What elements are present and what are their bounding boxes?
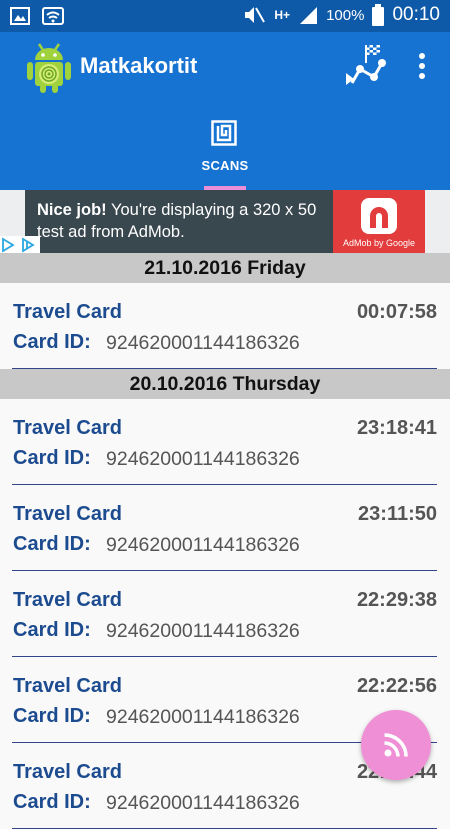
card-title: Travel Card [13,761,122,783]
scan-row[interactable]: Travel Card 00:07:58 Card ID: 9246200011441… [0,283,450,369]
card-id-label: Card ID: [13,331,91,353]
card-title: Travel Card [13,589,122,611]
card-id-value: 924620001144186326 [106,448,300,470]
ad-content[interactable]: Nice job! You're displaying a 320 x 50 t… [25,190,425,253]
clock: 00:10 [392,4,440,25]
scan-time: 00:07:58 [356,301,437,323]
row-divider [12,368,437,369]
signal-icon [300,7,318,24]
scan-row[interactable]: Travel Card 23:18:41 Card ID: 9246200011441… [0,399,450,485]
wifi-notification-icon [42,7,64,25]
card-id-value: 924620001144186326 [106,792,300,814]
app-bar: Matkakortit SCANS [0,32,450,190]
scan-row[interactable]: Travel Card 22:29:38 Card ID: 9246200011441… [0,571,450,657]
image-notification-icon [10,7,30,25]
date-header: 21.10.2016 Friday [0,253,450,283]
date-header: 20.10.2016 Thursday [0,369,450,399]
network-type-label: H+ [274,8,291,22]
card-id-label: Card ID: [13,619,91,641]
scan-row[interactable]: Travel Card 23:11:50 Card ID: 9246200011441… [0,485,450,571]
admob-logo-label: AdMob by Google [342,238,416,248]
card-id-label: Card ID: [13,533,91,555]
card-title: Travel Card [13,417,122,439]
admob-logo[interactable]: AdMob by Google [333,190,425,253]
app-logo-icon [27,43,71,93]
scan-icon [211,120,237,146]
card-title: Travel Card [13,503,122,525]
card-title: Travel Card [13,301,122,323]
admob-icon [361,198,397,234]
mute-icon [245,7,266,23]
status-bar: H+ 100% 00:10 [0,0,450,32]
card-id-value: 924620001144186326 [106,332,300,354]
scan-time: 23:18:41 [356,417,437,439]
card-id-label: Card ID: [13,791,91,813]
rss-icon [384,733,408,757]
adchoices-icon[interactable] [0,236,40,254]
card-id-value: 924620001144186326 [106,534,300,556]
tab-scans-label: SCANS [201,158,249,173]
card-id-label: Card ID: [13,705,91,727]
card-id-value: 924620001144186326 [106,620,300,642]
card-title: Travel Card [13,675,122,697]
scan-time: 23:11:50 [358,503,437,525]
overflow-menu-icon[interactable] [410,50,434,82]
card-id-label: Card ID: [13,447,91,469]
battery-icon [372,4,385,26]
nfc-scan-button[interactable] [361,710,431,780]
ad-banner[interactable]: Nice job! You're displaying a 320 x 50 t… [0,190,450,253]
scan-time: 22:22:56 [356,675,437,697]
route-share-icon[interactable] [344,43,388,87]
scan-time: 22:29:38 [356,589,437,611]
battery-percent: 100% [326,6,365,24]
card-id-value: 924620001144186326 [106,706,300,728]
ad-text: Nice job! You're displaying a 320 x 50 t… [37,199,342,243]
app-title: Matkakortit [80,53,198,78]
ad-headline: Nice job! [37,201,107,219]
tab-scans[interactable]: SCANS [190,116,260,190]
